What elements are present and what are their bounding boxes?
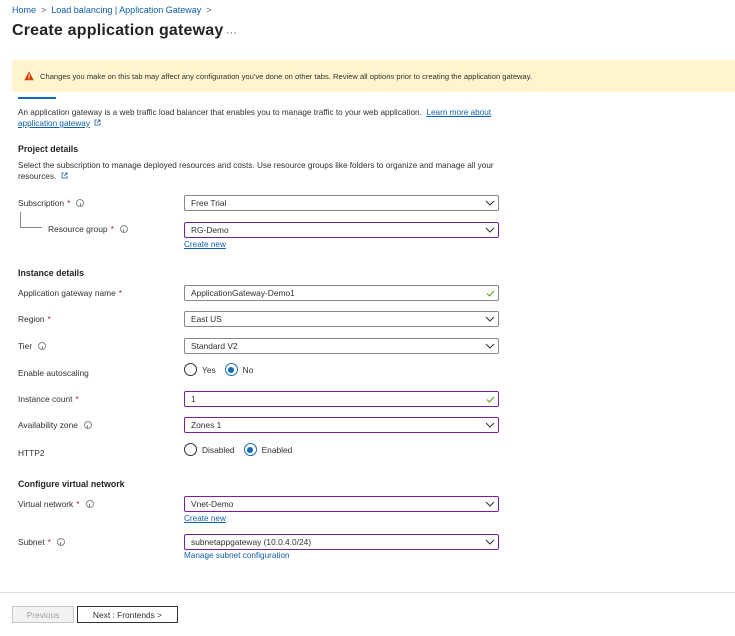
virtual-network-heading: Configure virtual network bbox=[18, 479, 125, 489]
autoscaling-no-label[interactable]: No bbox=[243, 365, 254, 375]
gateway-name-value: ApplicationGateway-Demo1 bbox=[191, 288, 295, 298]
previous-button[interactable]: Previous bbox=[12, 606, 74, 623]
autoscaling-no-radio[interactable] bbox=[224, 363, 238, 376]
subnet-value: subnetappgateway (10.0.4.0/24) bbox=[191, 537, 312, 547]
instance-count-label: Instance count * bbox=[18, 394, 79, 404]
region-label: Region * bbox=[18, 314, 51, 324]
tier-dropdown[interactable]: Standard V2 bbox=[184, 338, 499, 354]
region-dropdown[interactable]: East US bbox=[184, 311, 499, 327]
info-icon[interactable] bbox=[38, 342, 47, 350]
http2-disabled-label[interactable]: Disabled bbox=[202, 445, 235, 455]
create-new-vnet-link[interactable]: Create new bbox=[184, 514, 226, 523]
chevron-right-icon: > bbox=[206, 5, 212, 15]
info-icon[interactable] bbox=[119, 225, 128, 233]
chevron-down-icon bbox=[482, 223, 498, 237]
project-description: Select the subscription to manage deploy… bbox=[18, 160, 508, 182]
tier-label: Tier bbox=[18, 341, 47, 351]
chevron-right-icon: > bbox=[41, 5, 47, 15]
intro-text: An application gateway is a web traffic … bbox=[18, 107, 508, 129]
manage-subnet-link[interactable]: Manage subnet configuration bbox=[184, 551, 290, 560]
chevron-down-icon bbox=[482, 312, 498, 326]
create-new-resource-group-link[interactable]: Create new bbox=[184, 240, 226, 249]
instance-count-input[interactable]: 1 bbox=[184, 391, 499, 407]
autoscaling-radio-group: Yes No bbox=[184, 363, 262, 376]
tier-value: Standard V2 bbox=[191, 341, 238, 351]
tier-label-text: Tier bbox=[18, 341, 33, 351]
http2-enabled-label[interactable]: Enabled bbox=[262, 445, 293, 455]
subnet-dropdown[interactable]: subnetappgateway (10.0.4.0/24) bbox=[184, 534, 499, 550]
resource-group-label-text: Resource group bbox=[48, 224, 108, 234]
autoscaling-yes-label[interactable]: Yes bbox=[202, 365, 216, 375]
gateway-name-label-text: Application gateway name bbox=[18, 288, 116, 298]
virtual-network-dropdown[interactable]: Vnet-Demo bbox=[184, 496, 499, 512]
gateway-name-label: Application gateway name * bbox=[18, 288, 123, 298]
breadcrumb-home[interactable]: Home bbox=[12, 5, 36, 15]
http2-label: HTTP2 bbox=[18, 448, 45, 458]
virtual-network-label-text: Virtual network bbox=[18, 499, 74, 509]
http2-radio-group: Disabled Enabled bbox=[184, 443, 301, 456]
region-label-text: Region bbox=[18, 314, 45, 324]
region-value: East US bbox=[191, 314, 222, 324]
availability-zone-label-text: Availability zone bbox=[18, 420, 78, 430]
http2-enabled-radio[interactable] bbox=[243, 443, 257, 456]
checkmark-icon bbox=[482, 290, 498, 297]
subscription-value: Free Trial bbox=[191, 198, 227, 208]
instance-count-value: 1 bbox=[191, 394, 196, 404]
project-details-heading: Project details bbox=[18, 144, 79, 154]
chevron-down-icon bbox=[482, 418, 498, 432]
autoscaling-yes-radio[interactable] bbox=[184, 363, 197, 376]
info-icon[interactable] bbox=[85, 500, 94, 508]
subscription-dropdown[interactable]: Free Trial bbox=[184, 195, 499, 211]
subnet-label: Subnet * bbox=[18, 537, 65, 547]
warning-text: Changes you make on this tab may affect … bbox=[40, 71, 533, 81]
footer-divider bbox=[0, 592, 735, 593]
resource-group-dropdown[interactable]: RG-Demo bbox=[184, 222, 499, 238]
instance-details-heading: Instance details bbox=[18, 268, 85, 278]
availability-zone-label: Availability zone bbox=[18, 420, 92, 430]
availability-zone-dropdown[interactable]: Zones 1 bbox=[184, 417, 499, 433]
checkmark-icon bbox=[482, 396, 498, 403]
resource-group-label: Resource group * bbox=[48, 224, 128, 234]
breadcrumb: Home > Load balancing | Application Gate… bbox=[12, 5, 217, 15]
chevron-down-icon bbox=[482, 196, 498, 210]
warning-banner: Changes you make on this tab may affect … bbox=[12, 60, 735, 92]
warning-icon bbox=[24, 71, 34, 81]
more-options-icon[interactable]: ··· bbox=[226, 27, 237, 39]
subscription-label-text: Subscription bbox=[18, 198, 65, 208]
info-icon[interactable] bbox=[83, 421, 92, 429]
external-link-icon[interactable] bbox=[61, 172, 68, 179]
chevron-down-icon bbox=[482, 497, 498, 511]
info-icon[interactable] bbox=[76, 199, 85, 207]
external-link-icon bbox=[94, 119, 101, 126]
chevron-down-icon bbox=[482, 535, 498, 549]
breadcrumb-load-balancing[interactable]: Load balancing | Application Gateway bbox=[51, 5, 201, 15]
next-frontends-button[interactable]: Next : Frontends > bbox=[77, 606, 178, 623]
subnet-label-text: Subnet bbox=[18, 537, 45, 547]
project-description-text: Select the subscription to manage deploy… bbox=[18, 161, 494, 181]
autoscaling-label: Enable autoscaling bbox=[18, 368, 89, 378]
resource-group-value: RG-Demo bbox=[191, 225, 229, 235]
virtual-network-value: Vnet-Demo bbox=[191, 499, 234, 509]
page-title: Create application gateway bbox=[12, 22, 224, 39]
subscription-label: Subscription * bbox=[18, 198, 85, 208]
gateway-name-input[interactable]: ApplicationGateway-Demo1 bbox=[184, 285, 499, 301]
intro-description: An application gateway is a web traffic … bbox=[18, 108, 422, 117]
http2-disabled-radio[interactable] bbox=[184, 443, 197, 456]
info-icon[interactable] bbox=[56, 538, 65, 546]
tree-connector bbox=[20, 212, 42, 228]
availability-zone-value: Zones 1 bbox=[191, 420, 222, 430]
chevron-down-icon bbox=[482, 339, 498, 353]
tab-indicator bbox=[18, 97, 56, 99]
virtual-network-label: Virtual network * bbox=[18, 499, 94, 509]
instance-count-label-text: Instance count bbox=[18, 394, 73, 404]
